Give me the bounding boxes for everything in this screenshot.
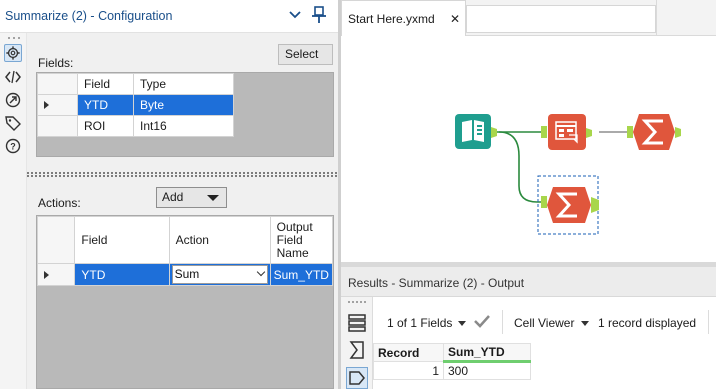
results-table: Record Sum_YTD 1 300 — [373, 343, 531, 380]
connections-icon[interactable] — [4, 91, 22, 109]
chevron-down-icon[interactable] — [288, 8, 302, 22]
config-title: Summarize (2) - Configuration — [5, 9, 173, 23]
table-row[interactable]: YTD Sum Sum_YTD — [36, 263, 334, 286]
summarize-tool-selected-icon[interactable] — [537, 175, 599, 235]
records-displayed-text: 1 record displayed — [598, 316, 697, 330]
actions-table: Field Action Output Field Name YTD Sum S… — [36, 216, 334, 286]
toolbar-divider — [502, 310, 503, 334]
results-toolbar: 1 of 1 Fields Cell Viewer 1 record displ… — [373, 297, 716, 343]
current-row-icon — [44, 101, 49, 109]
actions-header-row: Field Action Output Field Name — [36, 216, 334, 264]
pane-splitter[interactable] — [27, 171, 338, 179]
pin-icon[interactable] — [311, 6, 327, 24]
drag-dots-icon — [348, 301, 366, 303]
sum-ytd-cell[interactable]: 300 — [443, 361, 531, 380]
workflow-diagram — [455, 114, 681, 235]
field-cell[interactable]: ROI — [77, 115, 134, 137]
summarize-tool-icon[interactable] — [627, 114, 681, 150]
record-cell[interactable]: 1 — [373, 361, 444, 380]
output-anchor-icon[interactable] — [346, 367, 368, 389]
fields-header-row: Field Type — [37, 73, 234, 95]
fields-col-field: Field — [77, 73, 134, 95]
cell-viewer-dropdown[interactable]: Cell Viewer — [514, 316, 574, 330]
add-dropdown[interactable]: Add — [156, 187, 227, 208]
fields-count-dropdown[interactable]: 1 of 1 Fields — [387, 316, 452, 330]
row-selector[interactable] — [37, 115, 78, 137]
configuration-gear-icon[interactable] — [4, 44, 22, 62]
tab-start-here[interactable]: Start Here.yxmd ✕ — [341, 0, 466, 36]
caret-down-icon[interactable] — [458, 321, 466, 326]
fields-col-type: Type — [133, 73, 234, 95]
fields-label: Fields: — [38, 56, 74, 70]
results-title: Results - Summarize (2) - Output — [348, 276, 525, 290]
caret-down-icon[interactable] — [581, 321, 589, 326]
row-selector[interactable] — [37, 94, 78, 116]
close-icon[interactable]: ✕ — [450, 12, 460, 26]
wire-input-to-summarize2 — [498, 131, 547, 203]
fields-table: Field Type YTD Byte ROI Int16 — [37, 73, 234, 137]
drag-dots-icon — [8, 37, 20, 39]
table-row[interactable]: ROI Int16 — [37, 115, 234, 137]
actions-col-output: Output Field Name — [269, 216, 334, 264]
results-header: Results - Summarize (2) - Output — [341, 267, 716, 297]
action-cell[interactable]: Sum — [168, 263, 271, 286]
chevron-down-icon — [256, 267, 265, 277]
action-field-cell[interactable]: YTD — [74, 263, 170, 286]
tab-placeholder — [466, 5, 656, 33]
select-button[interactable]: Select — [278, 44, 333, 65]
select-tool-icon[interactable] — [541, 114, 592, 150]
actions-col-action: Action — [168, 216, 271, 264]
annotation-tag-icon[interactable] — [4, 114, 22, 132]
table-row[interactable]: YTD Byte — [37, 94, 234, 116]
action-select-value: Sum — [174, 267, 200, 281]
apply-check-icon[interactable] — [473, 314, 491, 328]
fields-grid: Field Type YTD Byte ROI Int16 — [36, 72, 334, 157]
tab-separator — [656, 0, 657, 36]
results-col-record[interactable]: Record — [373, 343, 444, 362]
type-cell[interactable]: Int16 — [133, 115, 234, 137]
action-select[interactable]: Sum — [171, 265, 268, 284]
row-selector[interactable] — [36, 263, 76, 286]
current-row-icon — [44, 270, 49, 279]
caret-down-icon — [207, 195, 219, 201]
help-icon[interactable]: ? — [4, 137, 22, 155]
output-field-cell[interactable]: Sum_YTD — [269, 263, 334, 286]
metadata-list-icon[interactable] — [347, 313, 367, 333]
field-cell[interactable]: YTD — [77, 94, 134, 116]
input-data-tool-icon[interactable] — [455, 114, 497, 149]
type-cell[interactable]: Byte — [133, 94, 234, 116]
code-icon[interactable] — [4, 68, 22, 86]
results-col-sum-ytd[interactable]: Sum_YTD — [443, 343, 531, 363]
actions-grid: Field Action Output Field Name YTD Sum S… — [36, 215, 334, 389]
results-side-rail — [341, 297, 373, 389]
config-side-rail — [0, 33, 27, 389]
svg-text:?: ? — [10, 142, 16, 152]
tab-label: Start Here.yxmd — [348, 12, 435, 26]
results-grid: Record Sum_YTD 1 300 — [373, 343, 531, 380]
sum-anchor-icon[interactable] — [347, 340, 367, 360]
actions-col-field: Field — [74, 216, 170, 264]
actions-label: Actions: — [38, 196, 81, 210]
config-header: Summarize (2) - Configuration — [0, 0, 338, 33]
add-dropdown-label: Add — [162, 190, 184, 204]
toolbar-divider — [708, 310, 709, 334]
results-header-row: Record Sum_YTD — [373, 343, 531, 363]
row-selector-header — [36, 216, 76, 264]
table-row[interactable]: 1 300 — [373, 361, 531, 380]
row-selector-header — [37, 73, 78, 95]
